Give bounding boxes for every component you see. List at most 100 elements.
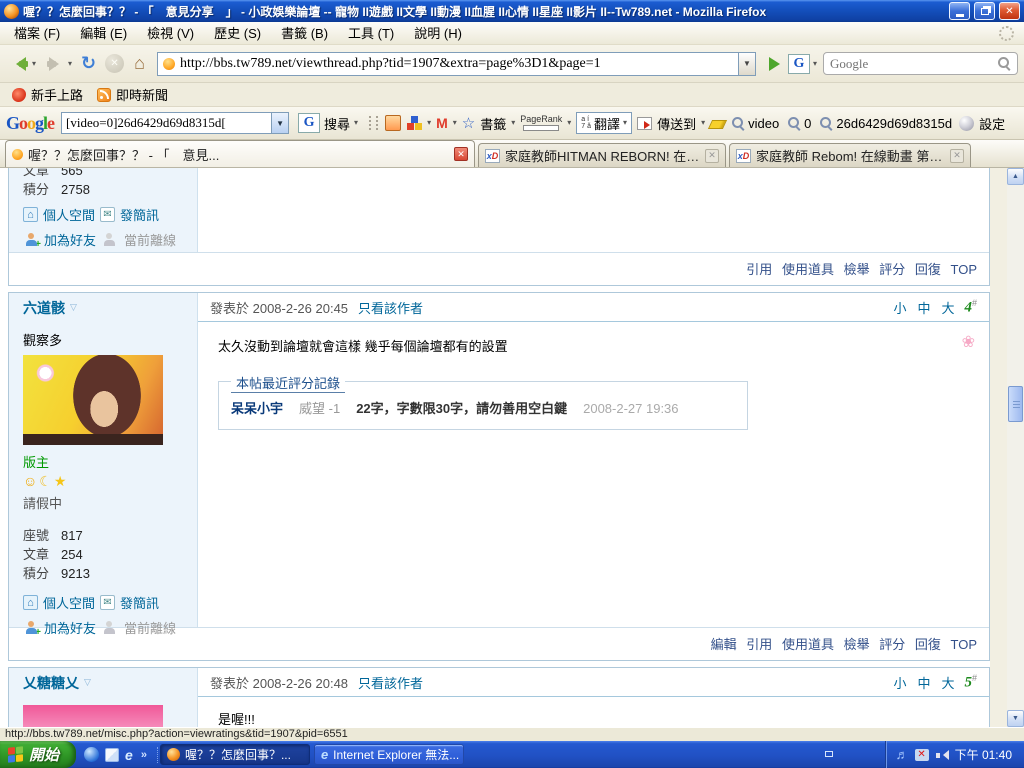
desktop-globe-icon[interactable] [84,747,99,762]
toolbar-splitter-handle[interactable] [369,116,378,130]
toolbar-settings-button[interactable]: 設定 [979,114,1005,133]
send-pm-link[interactable]: 發簡訊 [120,593,159,612]
taskbar-toolbar-grip[interactable] [819,751,839,758]
font-small-link[interactable]: 小 [893,298,906,317]
reload-button[interactable]: ↻ [78,53,99,74]
user-space-link[interactable]: 個人空間 [43,205,95,224]
avatar[interactable] [23,705,163,727]
post-4-author-link[interactable]: 六道骸 [23,298,65,318]
search-input[interactable] [830,56,998,72]
user-space-link[interactable]: 個人空間 [43,593,95,612]
rate-link[interactable]: 評分 [879,262,905,277]
quicklaunch-overflow-icon[interactable]: » [139,749,149,761]
top-link[interactable]: TOP [951,262,978,277]
reply-link[interactable]: 回復 [915,262,941,277]
scroll-up-icon[interactable]: ▲ [1007,168,1024,185]
reply-link[interactable]: 回復 [915,637,941,652]
report-link[interactable]: 檢舉 [844,262,870,277]
task-firefox-window[interactable]: 喔？？怎麼回事？... [160,744,310,765]
menu-help[interactable]: 說明 (H) [404,23,472,44]
taskbar-clock[interactable]: 下午 01:40 [955,746,1012,763]
font-large-link[interactable]: 大 [941,298,954,317]
add-friend-link[interactable]: 加為好友 [44,618,96,637]
back-button[interactable]: ▾ [6,54,39,74]
menu-view[interactable]: 檢視 (V) [137,23,204,44]
toolbar-bookmarks-button[interactable]: 書籤 [480,114,506,133]
tab-close-icon[interactable]: ✕ [705,149,719,163]
search-engine-icon[interactable]: G [788,54,810,74]
font-large-link[interactable]: 大 [941,673,954,692]
vertical-scrollbar[interactable]: ▲ ▼ [1007,168,1024,727]
font-medium-link[interactable]: 中 [917,298,930,317]
ie-quicklaunch-icon[interactable]: e [125,747,133,763]
search-engine-dropdown[interactable]: ▾ [813,60,817,68]
close-button[interactable]: ✕ [999,2,1020,20]
toolbar-search-history-dropdown[interactable]: ▼ [271,113,288,133]
only-author-link[interactable]: 只看該作者 [358,298,423,317]
only-author-link[interactable]: 只看該作者 [358,673,423,692]
menu-file[interactable]: 檔案 (F) [4,23,70,44]
tab-reborn-video-1[interactable]: xD 家庭教師HITMAN REBORN! 在線動... ✕ [478,143,726,167]
messenger-icon[interactable] [105,748,119,762]
photos-icon[interactable] [385,115,401,131]
toolbar-search-input[interactable] [62,115,271,131]
back-dropdown[interactable]: ▾ [32,60,36,68]
scroll-down-icon[interactable]: ▼ [1007,710,1024,727]
send-to-button[interactable]: 傳送到 [657,114,696,133]
url-history-dropdown[interactable]: ▼ [738,53,755,75]
quote-link[interactable]: 引用 [746,637,772,652]
url-input[interactable] [175,56,738,72]
report-link[interactable]: 檢舉 [844,637,870,652]
forward-dropdown[interactable]: ▾ [68,60,72,68]
menu-edit[interactable]: 編輯 (E) [70,23,137,44]
tray-volume-icon[interactable] [935,749,947,761]
pagerank-indicator[interactable]: PageRank [520,115,562,131]
tab-close-icon[interactable]: ✕ [950,149,964,163]
toolbar-search-button[interactable]: G搜尋▾ [294,111,362,135]
scrollbar-thumb[interactable] [1008,386,1023,422]
minimize-button[interactable] [949,2,970,20]
tray-media-icon[interactable]: ♬ [896,747,909,762]
edit-link[interactable]: 編輯 [711,637,737,652]
font-medium-link[interactable]: 中 [917,673,930,692]
find-word-button-2[interactable]: 0 [786,116,813,131]
tab-reborn-video-2[interactable]: xD 家庭教師 Rebom! 在線動畫 第66話 -... ✕ [729,143,971,167]
author-dropdown-icon[interactable]: ▽ [70,302,77,313]
rate-link[interactable]: 評分 [879,637,905,652]
post-5-author-link[interactable]: 乂糖糖乂 [23,673,79,693]
tray-disconnected-icon[interactable]: ✕ [915,749,929,761]
bookmark-getting-started[interactable]: 新手上路 [8,85,87,104]
bookmark-star-icon[interactable]: ☆ [462,114,475,132]
avatar[interactable] [23,355,163,445]
props-link[interactable]: 使用道具 [782,637,834,652]
find-word-button-1[interactable]: video [730,116,781,131]
tab-current-thread[interactable]: 喔？？怎麼回事？？ - 「 意見... ✕ [5,140,475,167]
apps-blocks-icon[interactable] [406,115,422,131]
highlighter-icon[interactable] [708,120,727,129]
task-internet-explorer[interactable]: e Internet Explorer 無法... [314,744,464,765]
bookmark-latest-news[interactable]: 即時新聞 [93,85,172,104]
search-icon[interactable] [998,57,1011,70]
menu-bookmarks[interactable]: 書籤 (B) [271,23,338,44]
rate-flower-icon[interactable]: ❀ [962,332,975,352]
menu-history[interactable]: 歷史 (S) [204,23,271,44]
tab-close-icon[interactable]: ✕ [454,147,468,161]
top-link[interactable]: TOP [951,637,978,652]
forward-button[interactable]: ▾ [42,54,75,74]
font-small-link[interactable]: 小 [893,673,906,692]
restore-button[interactable] [974,2,995,20]
props-link[interactable]: 使用道具 [782,262,834,277]
author-dropdown-icon[interactable]: ▽ [84,677,91,688]
translate-button[interactable]: a í7 ă翻譯▾ [576,112,632,134]
find-word-button-3[interactable]: 26d6429d69d8315d [818,116,954,131]
home-button[interactable]: ⌂ [130,53,149,74]
send-pm-link[interactable]: 發簡訊 [120,205,159,224]
start-button[interactable]: 開始 [0,741,76,768]
menu-tools[interactable]: 工具 (T) [338,23,404,44]
rating-user-link[interactable]: 呆呆小宇 [231,398,283,417]
add-friend-link[interactable]: 加為好友 [44,230,96,249]
gmail-icon[interactable]: M [436,115,448,131]
rating-record-title[interactable]: 本帖最近評分記錄 [231,373,345,393]
quote-link[interactable]: 引用 [746,262,772,277]
stop-button[interactable]: ✕ [105,54,124,73]
